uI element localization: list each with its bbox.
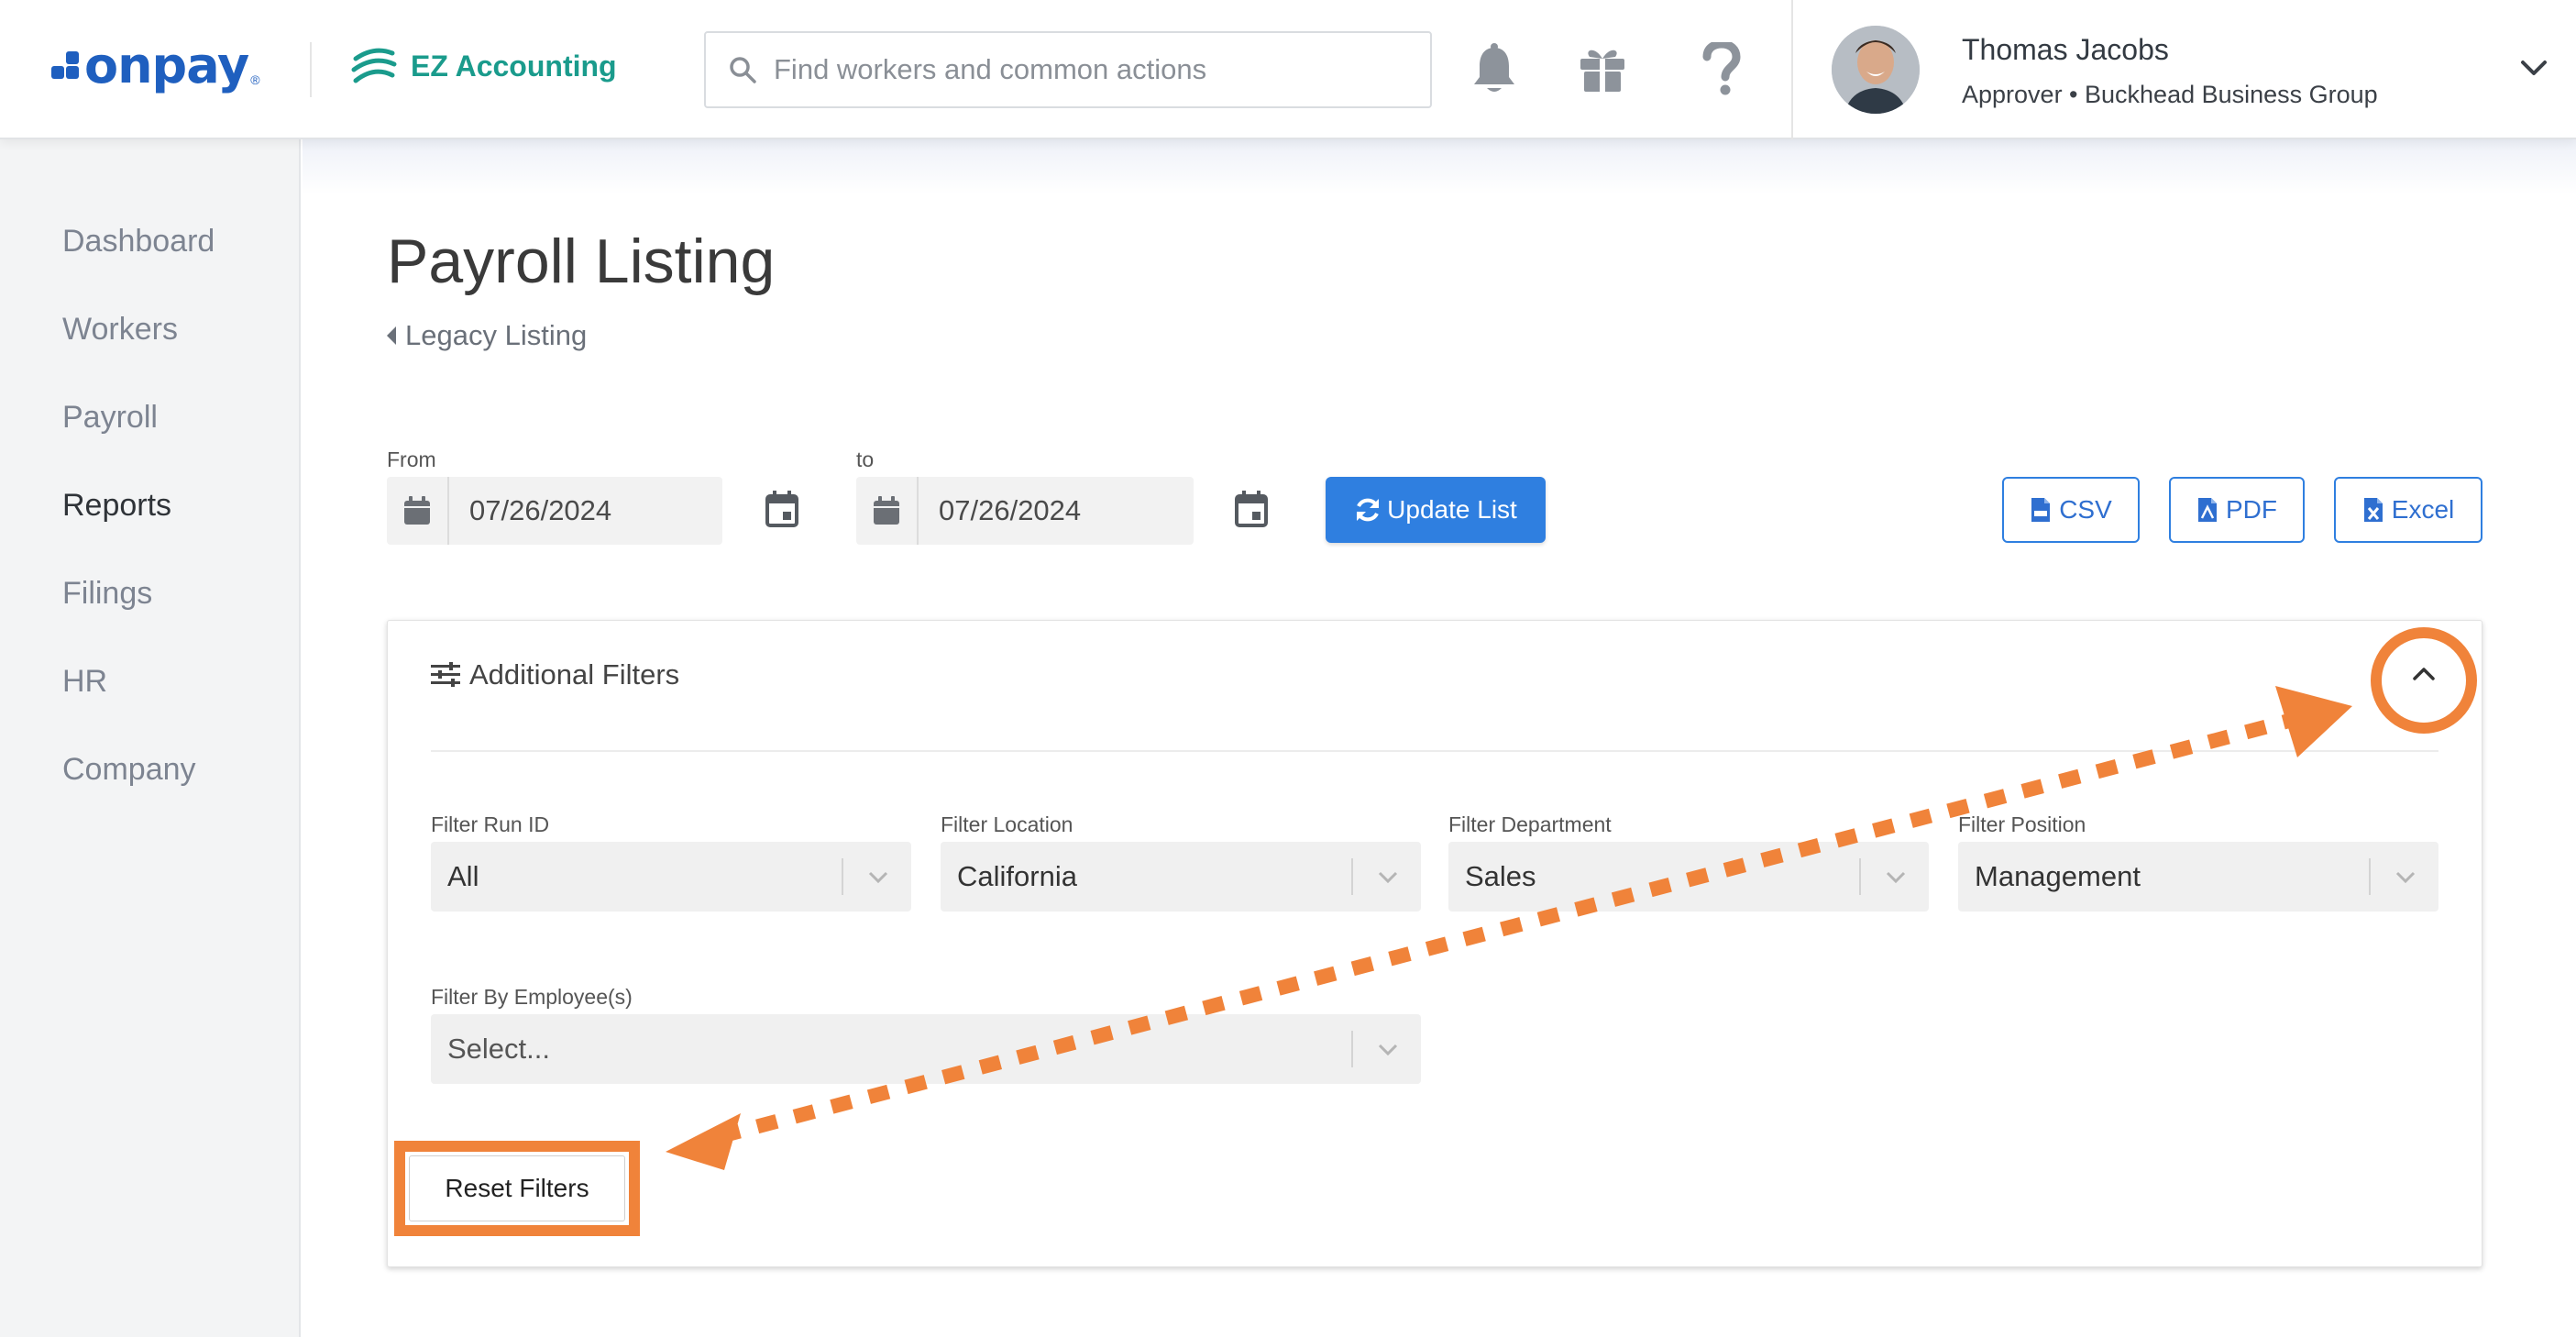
from-date-field[interactable] [387, 477, 722, 545]
filter-run-id-select[interactable]: All [431, 842, 911, 912]
select-separator [2369, 858, 2371, 895]
legacy-listing-label: Legacy Listing [405, 319, 588, 351]
csv-export-button[interactable]: CSV [2002, 477, 2140, 543]
sidebar-item-reports[interactable]: Reports [62, 488, 171, 524]
search-input[interactable] [774, 53, 1397, 86]
update-list-label: Update List [1387, 495, 1517, 524]
csv-label: CSV [2059, 495, 2112, 524]
ez-accounting-icon [351, 48, 397, 83]
filter-position-select[interactable]: Management [1958, 842, 2438, 912]
logo-divider [310, 42, 312, 97]
header-shadow [303, 139, 2576, 194]
logo-registered-mark: ® [250, 72, 260, 87]
filter-department-select[interactable]: Sales [1448, 842, 1929, 912]
filter-department-label: Filter Department [1448, 812, 1612, 836]
chevron-up-icon [2413, 668, 2435, 680]
to-label: to [856, 448, 875, 471]
filter-employees-label: Filter By Employee(s) [431, 985, 633, 1009]
filter-location-label: Filter Location [941, 812, 1073, 836]
to-date-input[interactable] [939, 494, 1159, 527]
update-list-button[interactable]: Update List [1326, 477, 1546, 543]
filter-position-label: Filter Position [1958, 812, 2086, 836]
ez-accounting-logo[interactable]: EZ Accounting [348, 40, 617, 92]
csv-file-icon [2031, 498, 2051, 522]
sidebar-item-hr[interactable]: HR [62, 664, 107, 700]
from-date-input[interactable] [469, 494, 689, 527]
chevron-down-icon [868, 871, 888, 884]
calendar-icon [404, 496, 430, 525]
excel-file-icon [2363, 498, 2383, 522]
chevron-down-icon [2395, 871, 2416, 884]
collapse-filters-button[interactable] [2393, 642, 2455, 704]
filter-location-select[interactable]: California [941, 842, 1421, 912]
divider [431, 750, 2438, 752]
logo-text: onpay [84, 37, 249, 94]
sidebar-item-payroll[interactable]: Payroll [62, 400, 158, 436]
sidebar-item-dashboard[interactable]: Dashboard [62, 224, 215, 260]
pdf-label: PDF [2226, 495, 2277, 524]
search-icon [730, 57, 756, 83]
avatar[interactable] [1832, 26, 1920, 114]
filter-run-id-value: All [447, 860, 479, 892]
filter-run-id-label: Filter Run ID [431, 812, 550, 836]
from-label: From [387, 448, 436, 471]
user-role: Approver • Buckhead Business Group [1962, 81, 2378, 108]
select-separator [842, 858, 843, 895]
additional-filters-title: Additional Filters [469, 658, 680, 691]
calendar-icon[interactable] [1234, 490, 1269, 528]
logo-dots-icon [50, 50, 81, 83]
chevron-down-icon[interactable] [2519, 57, 2548, 79]
excel-label: Excel [2391, 495, 2455, 524]
calendar-addon [856, 477, 919, 545]
caret-left-icon [387, 326, 396, 345]
sidebar-item-company[interactable]: Company [62, 752, 196, 788]
excel-export-button[interactable]: Excel [2334, 477, 2482, 543]
calendar-addon [387, 477, 449, 545]
filter-location-value: California [957, 860, 1077, 892]
pdf-export-button[interactable]: PDF [2169, 477, 2305, 543]
additional-filters-header: Additional Filters [431, 658, 679, 691]
filter-employees-placeholder: Select... [447, 1033, 550, 1065]
to-date-field[interactable] [856, 477, 1194, 545]
legacy-listing-link[interactable]: Legacy Listing [387, 319, 587, 352]
user-photo-icon [1832, 26, 1920, 114]
additional-filters-card [387, 620, 2482, 1267]
search-bar[interactable] [704, 31, 1432, 108]
sidebar-item-workers[interactable]: Workers [62, 312, 178, 348]
sliders-icon [431, 662, 460, 687]
chevron-down-icon [1378, 1044, 1398, 1056]
filter-employees-select[interactable]: Select... [431, 1014, 1421, 1084]
chevron-down-icon [1378, 871, 1398, 884]
select-separator [1351, 1031, 1353, 1067]
chevron-down-icon [1886, 871, 1906, 884]
refresh-icon [1357, 498, 1380, 522]
filter-department-value: Sales [1465, 860, 1536, 892]
bell-icon[interactable] [1470, 42, 1518, 95]
calendar-icon [874, 496, 899, 525]
top-bar: onpay ® EZ Accounting Find workers and c… [0, 0, 2576, 139]
sidebar: Dashboard Workers Payroll Reports Filing… [0, 139, 301, 1337]
select-separator [1351, 858, 1353, 895]
onpay-logo[interactable]: onpay ® [50, 37, 260, 94]
ez-accounting-label: EZ Accounting [411, 49, 617, 83]
sidebar-item-filings[interactable]: Filings [62, 576, 152, 612]
pdf-file-icon [2198, 498, 2217, 522]
calendar-icon[interactable] [765, 490, 799, 528]
user-divider [1791, 0, 1793, 139]
user-name: Thomas Jacobs [1962, 33, 2169, 66]
filter-position-value: Management [1975, 860, 2141, 892]
gift-icon[interactable] [1577, 42, 1628, 94]
reset-filters-button[interactable]: Reset Filters [409, 1155, 625, 1221]
page-title: Payroll Listing [387, 227, 776, 296]
help-question-icon[interactable] [1701, 42, 1742, 95]
select-separator [1859, 858, 1861, 895]
